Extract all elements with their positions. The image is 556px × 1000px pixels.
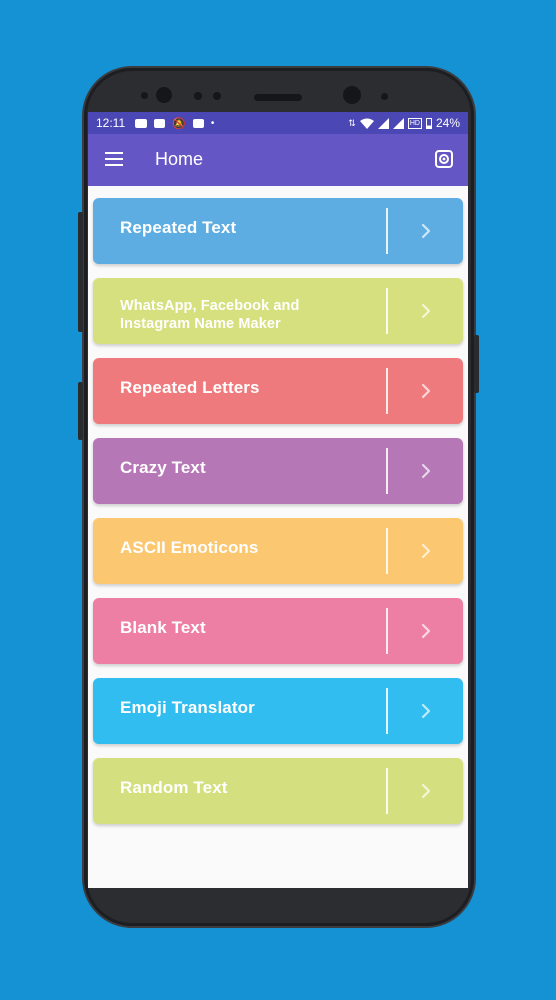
chevron-right-icon — [421, 223, 431, 239]
signal-icon — [377, 117, 389, 129]
hamburger-menu-icon[interactable] — [105, 152, 123, 166]
news-icon — [154, 118, 166, 128]
chevron-right-icon — [421, 383, 431, 399]
list-item-random-text[interactable]: Random Text — [93, 758, 463, 824]
earpiece — [254, 94, 302, 101]
signal-icon-2 — [392, 117, 404, 129]
status-bar: 12:11 🔕 • ⇅ HD 24% — [88, 112, 468, 134]
list-item-label: Repeated Letters — [120, 378, 260, 397]
divider — [386, 688, 388, 734]
divider — [386, 368, 388, 414]
data-arrows-icon: ⇅ — [348, 117, 356, 128]
divider — [386, 768, 388, 814]
battery-icon — [425, 117, 432, 129]
list-item-label: Emoji Translator — [120, 698, 255, 717]
battery-percent: 24% — [435, 116, 460, 130]
system-icons: ⇅ HD 24% — [348, 116, 460, 130]
status-time: 12:11 — [96, 116, 126, 130]
divider — [386, 448, 388, 494]
list-item-repeated-text[interactable]: Repeated Text — [93, 198, 463, 264]
power-button — [474, 335, 479, 393]
list-item-label: WhatsApp, Facebook and Instagram Name Ma… — [120, 298, 300, 332]
front-camera — [343, 86, 361, 104]
list-item-label: Blank Text — [120, 618, 206, 637]
list-item-emoji-translator[interactable]: Emoji Translator — [93, 678, 463, 744]
mute-icon: 🔕 — [172, 117, 186, 130]
list-item-label: Repeated Text — [120, 218, 237, 237]
sensor-dot — [213, 92, 221, 100]
chevron-right-icon — [421, 463, 431, 479]
list-item-label: ASCII Emoticons — [120, 538, 259, 557]
app-bar: Home — [88, 134, 468, 186]
page-title: Home — [155, 149, 204, 169]
menu-list: Repeated Text WhatsApp, Facebook and Ins… — [93, 198, 463, 838]
divider — [386, 288, 388, 334]
divider — [386, 528, 388, 574]
list-item-crazy-text[interactable]: Crazy Text — [93, 438, 463, 504]
chevron-right-icon — [421, 783, 431, 799]
sensor-dot — [141, 92, 148, 99]
list-item-repeated-letters[interactable]: Repeated Letters — [93, 358, 463, 424]
chevron-right-icon — [421, 703, 431, 719]
camera-lens — [156, 87, 172, 103]
list-item-ascii-emoticons[interactable]: ASCII Emoticons — [93, 518, 463, 584]
divider — [386, 608, 388, 654]
chevron-right-icon — [421, 543, 431, 559]
sensor-dot — [194, 92, 202, 100]
bixby-button — [78, 382, 83, 440]
list-item-label: Random Text — [120, 778, 228, 797]
divider — [386, 208, 388, 254]
gallery-icon — [192, 118, 204, 128]
list-item-blank-text[interactable]: Blank Text — [93, 598, 463, 664]
phone-screen: 12:11 🔕 • ⇅ HD 24% Home Repeated Text Wh… — [88, 112, 468, 888]
wifi-icon — [359, 118, 374, 129]
volume-button — [78, 212, 83, 332]
youtube-icon — [135, 118, 148, 128]
list-item-label: Crazy Text — [120, 458, 206, 477]
list-item-name-maker[interactable]: WhatsApp, Facebook and Instagram Name Ma… — [93, 278, 463, 344]
notification-icons: 🔕 • — [135, 117, 214, 130]
chevron-right-icon — [421, 623, 431, 639]
sensor-dot — [381, 93, 388, 100]
chevron-right-icon — [421, 303, 431, 319]
more-dot-icon: • — [210, 117, 215, 129]
settings-gear-icon[interactable] — [434, 149, 454, 169]
hd-icon: HD — [407, 117, 422, 129]
